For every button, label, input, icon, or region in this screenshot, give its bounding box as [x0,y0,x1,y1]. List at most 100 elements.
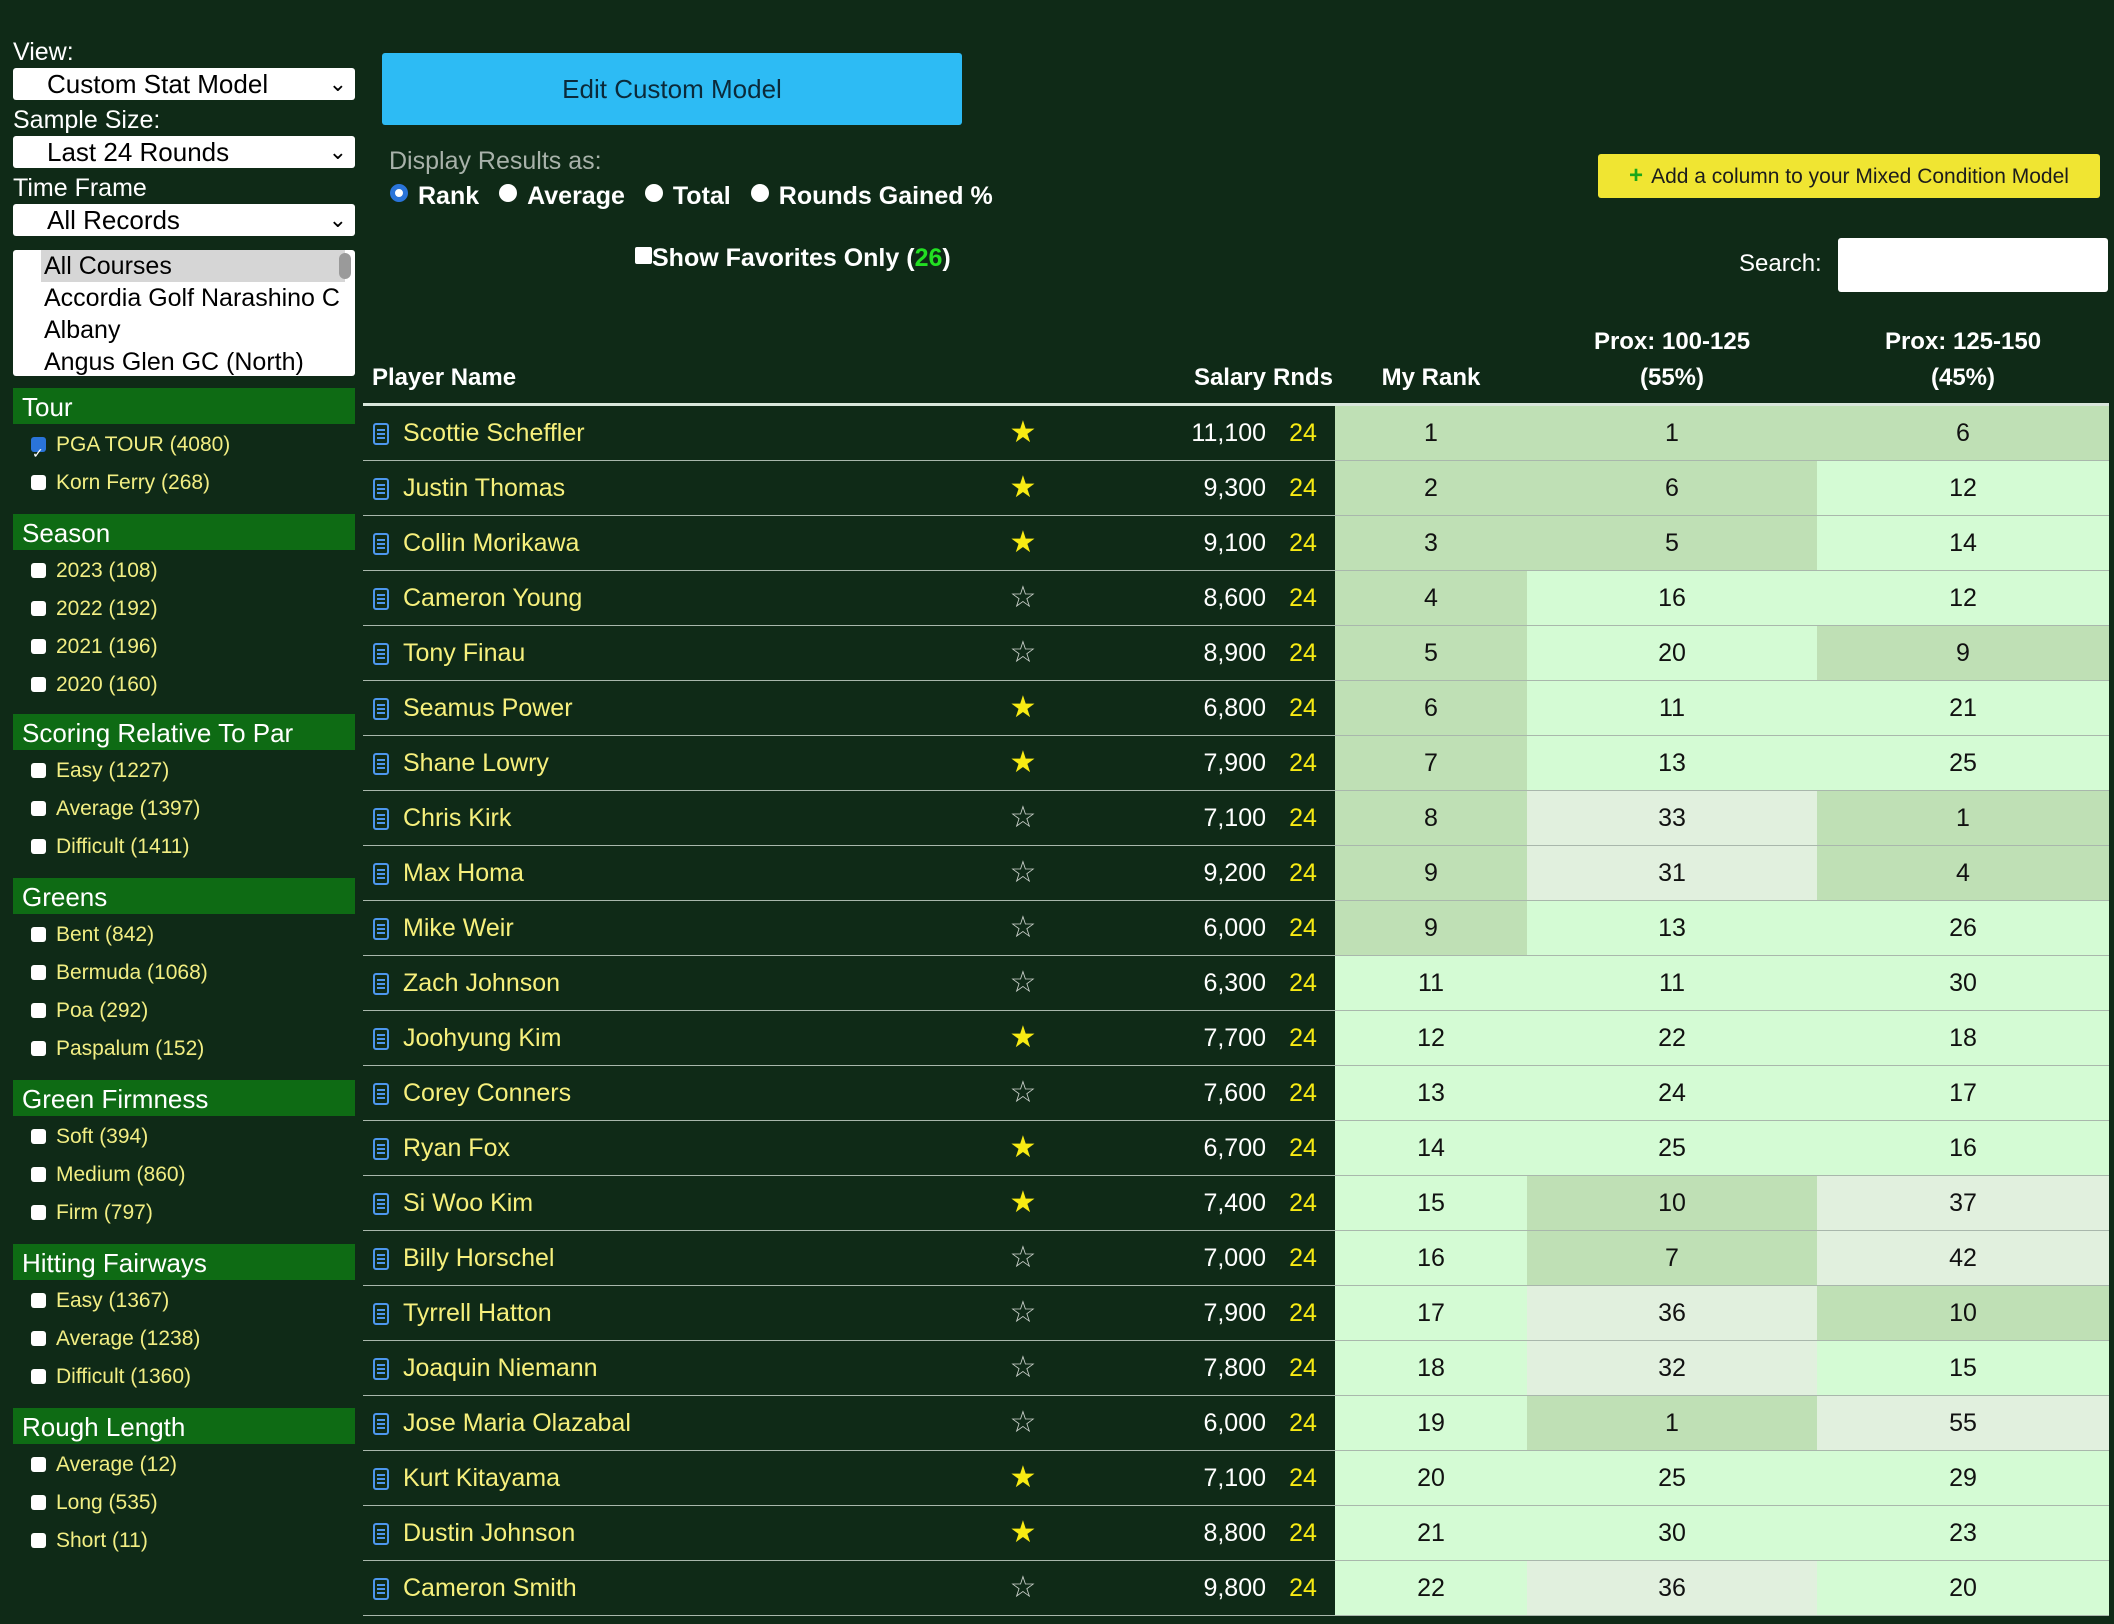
table-row[interactable]: Chris Kirk ☆ 7,100 24 8 33 1 [363,791,2109,846]
favorites-checkbox[interactable] [635,247,652,264]
checkbox[interactable] [31,1167,46,1182]
document-icon[interactable] [373,571,395,625]
course-option[interactable]: Albany [13,314,355,346]
course-option[interactable]: All Courses [41,250,345,282]
star-outline-icon[interactable]: ☆ [998,901,1048,955]
star-filled-icon[interactable]: ★ [998,516,1048,570]
table-row[interactable]: Jose Maria Olazabal ☆ 6,000 24 19 1 55 [363,1396,2109,1451]
player-name-link[interactable]: Tyrrell Hatton [403,1286,552,1340]
document-icon[interactable] [373,736,395,790]
document-icon[interactable] [373,626,395,680]
col-header-prox-100-125[interactable]: Prox: 100-125 (55%) [1527,324,1817,396]
table-row[interactable]: Scottie Scheffler ★ 11,100 24 1 1 6 [363,406,2109,461]
add-column-button[interactable]: + Add a column to your Mixed Condition Mo… [1598,154,2100,198]
table-row[interactable]: Corey Conners ☆ 7,600 24 13 24 17 [363,1066,2109,1121]
star-outline-icon[interactable]: ☆ [998,1341,1048,1395]
table-row[interactable]: Billy Horschel ☆ 7,000 24 16 7 42 [363,1231,2109,1286]
table-row[interactable]: Justin Thomas ★ 9,300 24 2 6 12 [363,461,2109,516]
view-select[interactable]: Custom Stat Model ⌄ [13,68,355,100]
search-input[interactable] [1838,238,2108,292]
star-filled-icon[interactable]: ★ [998,1451,1048,1505]
checkbox[interactable] [31,1129,46,1144]
checkbox[interactable] [31,563,46,578]
star-filled-icon[interactable]: ★ [998,406,1048,460]
checkbox[interactable] [31,1331,46,1346]
filter-checkbox-item[interactable]: Bent (842) [31,916,355,954]
table-row[interactable]: Joaquin Niemann ☆ 7,800 24 18 32 15 [363,1341,2109,1396]
checkbox[interactable] [31,475,46,490]
document-icon[interactable] [373,1506,395,1560]
star-filled-icon[interactable]: ★ [998,461,1048,515]
star-outline-icon[interactable]: ☆ [998,1231,1048,1285]
course-option[interactable]: Angus Glen GC (North) [13,346,355,376]
player-name-link[interactable]: Justin Thomas [403,461,565,515]
document-icon[interactable] [373,1561,395,1615]
player-name-link[interactable]: Joohyung Kim [403,1011,561,1065]
edit-custom-model-button[interactable]: Edit Custom Model [382,53,962,125]
star-filled-icon[interactable]: ★ [998,1121,1048,1175]
table-row[interactable]: Seamus Power ★ 6,800 24 6 11 21 [363,681,2109,736]
checkbox[interactable] [31,763,46,778]
player-name-link[interactable]: Chris Kirk [403,791,511,845]
star-outline-icon[interactable]: ☆ [998,791,1048,845]
player-name-link[interactable]: Seamus Power [403,681,573,735]
player-name-link[interactable]: Corey Conners [403,1066,571,1120]
display-mode-radio[interactable]: Average [499,182,625,211]
checkbox[interactable] [31,1495,46,1510]
checkbox[interactable] [31,1003,46,1018]
document-icon[interactable] [373,791,395,845]
star-outline-icon[interactable]: ☆ [998,846,1048,900]
course-option[interactable]: Accordia Golf Narashino C [13,282,355,314]
table-row[interactable]: Cameron Young ☆ 8,600 24 4 16 12 [363,571,2109,626]
document-icon[interactable] [373,1066,395,1120]
document-icon[interactable] [373,1341,395,1395]
filter-checkbox-item[interactable]: 2022 (192) [31,590,355,628]
star-outline-icon[interactable]: ☆ [998,956,1048,1010]
filter-checkbox-item[interactable]: 2020 (160) [31,666,355,702]
document-icon[interactable] [373,1011,395,1065]
filter-checkbox-item[interactable]: Long (535) [31,1484,355,1522]
filter-checkbox-item[interactable]: 2021 (196) [31,628,355,666]
document-icon[interactable] [373,461,395,515]
checkbox[interactable] [31,639,46,654]
checkbox[interactable] [31,927,46,942]
filter-checkbox-item[interactable]: Paspalum (152) [31,1030,355,1068]
col-header-player-name[interactable]: Player Name [372,360,516,396]
checkbox[interactable] [31,801,46,816]
table-row[interactable]: Joohyung Kim ★ 7,700 24 12 22 18 [363,1011,2109,1066]
star-filled-icon[interactable]: ★ [998,1011,1048,1065]
table-row[interactable]: Tyrrell Hatton ☆ 7,900 24 17 36 10 [363,1286,2109,1341]
checkbox[interactable] [31,601,46,616]
filter-checkbox-item[interactable]: Short (11) [31,1522,355,1560]
filter-checkbox-item[interactable]: Bermuda (1068) [31,954,355,992]
checkbox[interactable] [31,1205,46,1220]
document-icon[interactable] [373,1231,395,1285]
player-name-link[interactable]: Cameron Young [403,571,582,625]
document-icon[interactable] [373,1176,395,1230]
filter-checkbox-item[interactable]: PGA TOUR (4080) [31,426,355,472]
sample-size-select[interactable]: Last 24 Rounds ⌄ [13,136,355,168]
filter-checkbox-item[interactable]: Korn Ferry (268) [31,464,355,502]
display-mode-radio[interactable]: Total [644,182,731,211]
filter-checkbox-item[interactable]: Medium (860) [31,1156,355,1194]
player-name-link[interactable]: Collin Morikawa [403,516,579,570]
radio-button[interactable] [644,184,663,202]
player-name-link[interactable]: Dustin Johnson [403,1506,575,1560]
player-name-link[interactable]: Si Woo Kim [403,1176,533,1230]
checkbox[interactable] [31,1041,46,1056]
player-name-link[interactable]: Cameron Smith [403,1561,577,1615]
checkbox[interactable] [31,1369,46,1384]
star-outline-icon[interactable]: ☆ [998,571,1048,625]
filter-checkbox-item[interactable]: Easy (1227) [31,752,355,790]
checkbox[interactable] [31,965,46,980]
filter-checkbox-item[interactable]: Poa (292) [31,992,355,1030]
col-header-prox-125-150[interactable]: Prox: 125-150 (45%) [1817,324,2109,396]
checkbox[interactable] [31,677,46,692]
scrollbar-thumb[interactable] [339,253,351,279]
star-filled-icon[interactable]: ★ [998,681,1048,735]
show-favorites-toggle[interactable]: Show Favorites Only (26) [635,244,951,273]
time-frame-select[interactable]: All Records ⌄ [13,204,355,236]
filter-checkbox-item[interactable]: Average (12) [31,1446,355,1484]
radio-button[interactable] [499,184,518,202]
checkbox[interactable] [31,1293,46,1308]
